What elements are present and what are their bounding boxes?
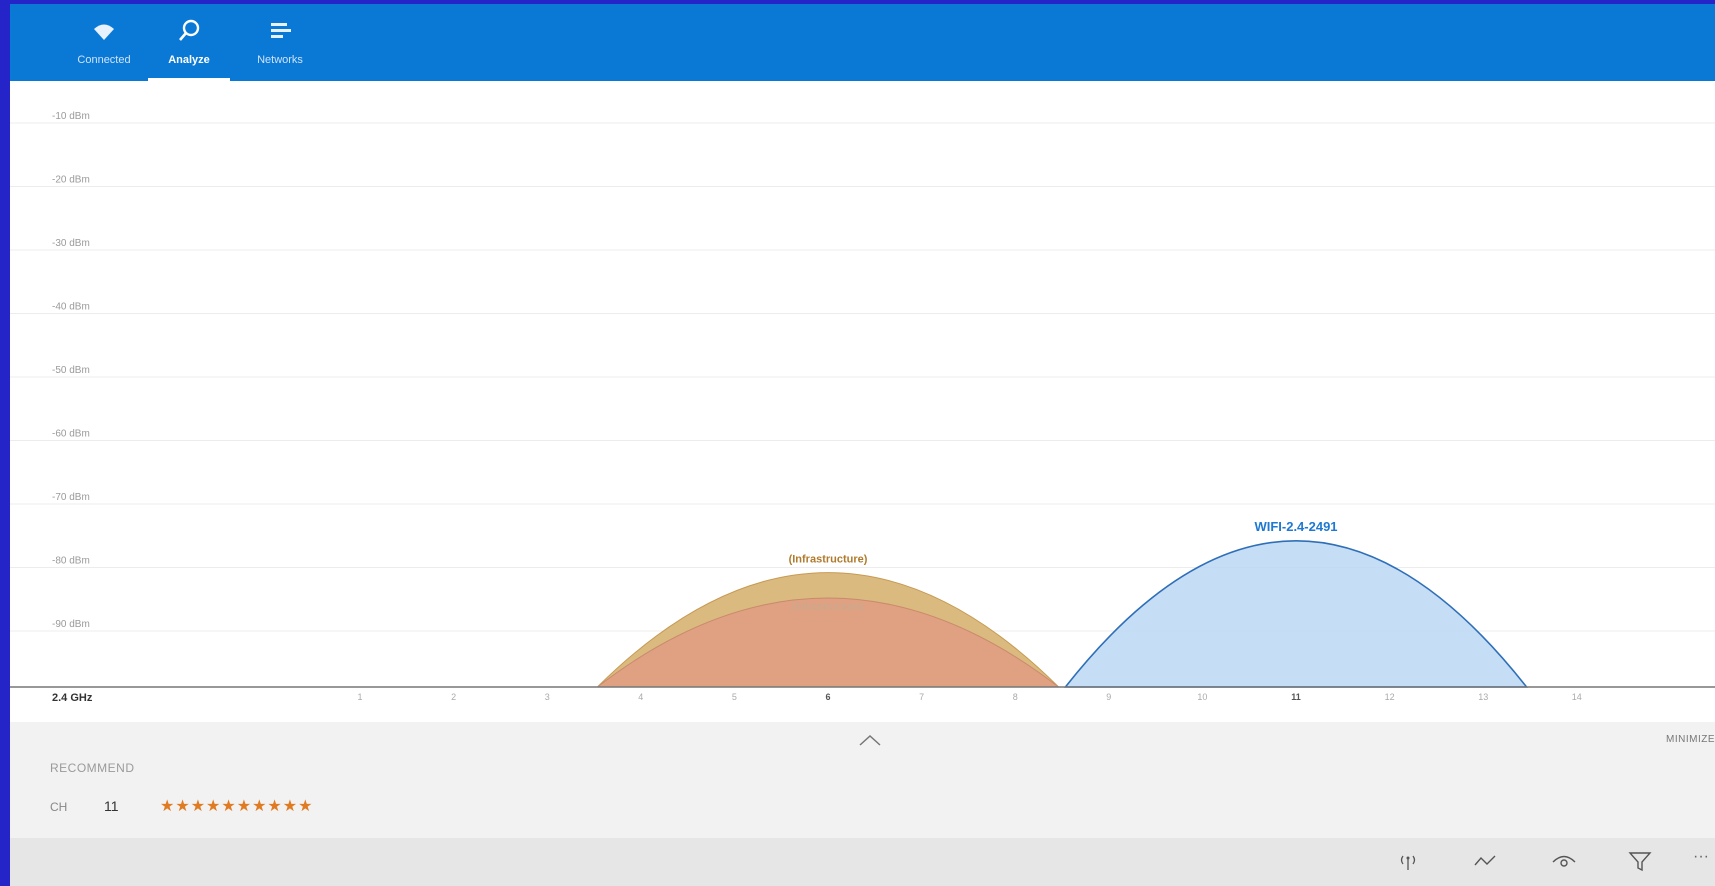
x-tick-label: 14: [1572, 692, 1582, 702]
network-label: (Infrastructure): [789, 554, 868, 566]
network-area: [1063, 540, 1529, 688]
app-window: Connected Analyze Networks -10 dBm -20 dB…: [10, 4, 1715, 886]
recommend-title: RECOMMEND: [50, 761, 135, 775]
tab-analyze-label: Analyze: [168, 54, 210, 66]
search-icon: [179, 19, 200, 41]
tab-connected[interactable]: Connected: [63, 4, 145, 81]
y-tick-label: -40 dBm: [52, 302, 90, 313]
x-tick-label: 6: [825, 692, 830, 702]
recommend-panel: MINIMIZE RECOMMEND CH 11 ★★★★★★★★★★: [10, 722, 1715, 838]
x-tick-label: 12: [1385, 692, 1395, 702]
y-tick-label: -50 dBm: [52, 365, 90, 376]
y-axis-labels: -10 dBm -20 dBm -30 dBm -40 dBm -50 dBm -60 d…: [52, 111, 90, 630]
network-curve[interactable]: (Infrastructure): [595, 597, 1061, 688]
eye-icon[interactable]: [1551, 850, 1577, 872]
wifi-icon: [94, 24, 114, 40]
top-nav-bar: Connected Analyze Networks: [10, 4, 1715, 81]
network-curves: (Infrastructure) (Infrastructure) WIFI-2.4…: [595, 519, 1529, 688]
y-tick-label: -30 dBm: [52, 238, 90, 249]
x-tick-label: 10: [1197, 692, 1207, 702]
x-tick-label: 13: [1478, 692, 1488, 702]
x-tick-label: 4: [638, 692, 643, 702]
tab-networks[interactable]: Networks: [239, 4, 321, 81]
x-tick-label: 3: [545, 692, 550, 702]
x-tick-label: 5: [732, 692, 737, 702]
x-axis: 2.4 GHz 1 2 3 4 5 6 7 8 9 10 11 12 13 14: [10, 686, 1715, 704]
x-tick-label: 9: [1106, 692, 1111, 702]
filter-icon[interactable]: [1627, 850, 1653, 872]
y-tick-label: -60 dBm: [52, 429, 90, 440]
channel-chart: -10 dBm -20 dBm -30 dBm -40 dBm -50 dBm -60 d…: [10, 111, 1715, 704]
x-tick-label: 2: [451, 692, 456, 702]
y-tick-label: -90 dBm: [52, 619, 90, 630]
minimize-button[interactable]: MINIMIZE: [1666, 734, 1715, 745]
band-label: 2.4 GHz: [52, 692, 93, 704]
y-tick-label: -20 dBm: [52, 175, 90, 186]
signal-icon[interactable]: [1395, 850, 1421, 872]
x-tick-label: 8: [1013, 692, 1018, 702]
more-icon[interactable]: ···: [1693, 848, 1715, 870]
tab-analyze[interactable]: Analyze: [148, 4, 230, 81]
recommend-channel-label: CH: [50, 800, 68, 814]
network-label: WIFI-2.4-2491: [1254, 519, 1337, 534]
tab-connected-label: Connected: [77, 54, 131, 66]
x-tick-label: 7: [919, 692, 924, 702]
network-curve[interactable]: WIFI-2.4-2491: [1063, 519, 1529, 688]
y-tick-label: -80 dBm: [52, 556, 90, 567]
trend-icon[interactable]: [1472, 850, 1498, 872]
x-tick-label: 11: [1291, 692, 1301, 702]
network-label: (Infrastructure): [792, 601, 864, 613]
x-tick-label: 1: [357, 692, 362, 702]
y-tick-label: -70 dBm: [52, 492, 90, 503]
chevron-up-icon[interactable]: [856, 730, 884, 750]
y-tick-label: -10 dBm: [52, 111, 90, 122]
list-icon: [271, 23, 291, 38]
command-bar: ···: [10, 838, 1715, 886]
recommend-channel-value: 11: [104, 798, 119, 814]
recommend-rating-stars: ★★★★★★★★★★: [160, 798, 314, 815]
tab-networks-label: Networks: [257, 54, 303, 66]
